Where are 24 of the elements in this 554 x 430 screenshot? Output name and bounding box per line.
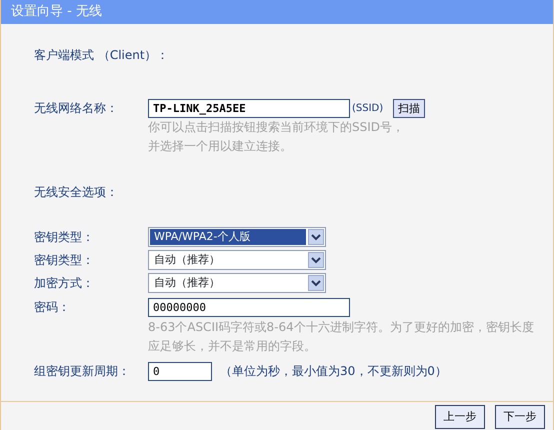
section-heading: 客户端模式 （Client）： <box>34 47 169 64</box>
group-key-period-field[interactable]: 0 <box>148 362 212 380</box>
section-heading: 无线安全选项： <box>34 184 118 201</box>
field-label: 密钥类型： <box>34 252 95 269</box>
dropdown-field[interactable]: WPA/WPA2-个人版 <box>148 227 326 247</box>
password-field[interactable]: 00000000 <box>148 298 350 316</box>
hint-text: 8-63个ASCII码字符或8-64个十六进制字符。为了更好的加密，密钥长度 <box>148 319 535 336</box>
hint-text: 你可以点击扫描按钮搜索当前环境下的SSID号， <box>148 119 406 136</box>
dropdown-field[interactable]: 自动（推荐） <box>148 250 326 270</box>
nav-button[interactable]: 下一步 <box>495 405 545 429</box>
dropdown-field[interactable]: 自动（推荐） <box>148 273 326 293</box>
field-label: 加密方式： <box>34 275 95 292</box>
ssid-field[interactable]: TP-LINK_25A5EE <box>148 98 350 118</box>
window-title: 设置向导 - 无线 <box>0 0 554 24</box>
field-suffix: (SSID) <box>352 102 384 116</box>
hint-text: 应足够长，并不是常用的字段。 <box>148 338 317 355</box>
field-label: 密码： <box>34 299 71 316</box>
field-label: 组密钥更新周期： <box>34 363 131 380</box>
nav-button[interactable]: 上一步 <box>435 405 485 429</box>
hint-text: 并选择一个用以建立连接。 <box>148 138 293 155</box>
scan-button[interactable]: 扫描 <box>393 98 426 118</box>
field-label: 密钥类型： <box>34 229 95 246</box>
note-text: （单位为秒，最小值为30，不更新则为0） <box>220 363 447 380</box>
field-label: 无线网络名称： <box>34 100 119 117</box>
